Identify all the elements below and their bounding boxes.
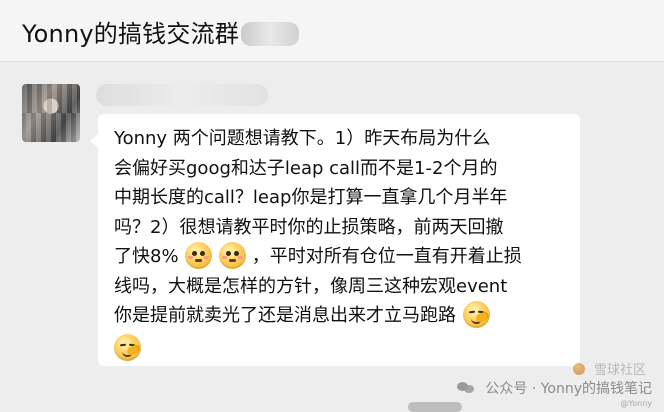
message-bubble: Yonny 两个问题想请教下。1）昨天布局为什么 会偏好买goog和达子leap… (90, 114, 580, 366)
emoji-mouth (470, 318, 482, 324)
emoji-right-eye (200, 251, 206, 256)
message-line-4: 吗？2）很想请教平时你的止损策略，前两天回撤 (114, 216, 504, 238)
chat-header: Yonny的搞钱交流群 (0, 0, 664, 62)
emoji-left-eye (119, 343, 127, 346)
member-count-blur (240, 22, 299, 46)
message-line-5-text-b: ，平时对所有仓位一直有开着止损 (251, 246, 522, 267)
doge-face-icon (114, 333, 141, 361)
doge-face-icon (462, 301, 490, 328)
emoji-right-eye (128, 343, 136, 346)
emoji-left-eye (192, 251, 198, 256)
flushed-face-icon (219, 242, 247, 269)
snowball-logo-icon (572, 363, 585, 375)
message-line-5-text-a: 了快8% (114, 246, 179, 267)
sender-avatar[interactable] (22, 84, 80, 142)
message-line-7: 你是提前就卖光了还是消息出来才立马跑路 (114, 301, 566, 331)
wechat-logo-icon (456, 381, 475, 395)
sender-name-blur (96, 84, 268, 106)
emoji-left-eye (468, 310, 475, 314)
emoji-right-eye (234, 251, 240, 256)
message-line-6: 线吗，大概是怎样的方针，像周三这种宏观event (114, 275, 508, 297)
public-account-mark: 公众号 · Yonny的搞钱笔记 (456, 378, 652, 398)
site-watermark-text: 雪球社区 (593, 363, 646, 378)
message-line-7-text: 你是提前就卖光了还是消息出来才立马跑路 (114, 305, 456, 326)
emoji-mouth (122, 351, 133, 357)
flushed-face-icon (185, 242, 213, 269)
chat-title-text: Yonny的搞钱交流群 (22, 20, 239, 48)
message-line-2: 会偏好买goog和达子leap call而不是1-2个月的 (114, 157, 498, 179)
emoji-mouth (195, 259, 203, 262)
chat-title: Yonny的搞钱交流群 (22, 14, 299, 49)
emoji-mouth (229, 259, 237, 262)
handle-watermark: @Yonny (620, 399, 652, 408)
message-line-3: 中期长度的call？leap你是打算一直拿几个月半年 (114, 187, 508, 208)
public-account-text: 公众号 · Yonny的搞钱笔记 (485, 381, 652, 397)
message-line-1: Yonny 两个问题想请教下。1）昨天布局为什么 (114, 128, 491, 149)
message-line-5: 了快8% ，平时对所有仓位一直有开着止损 (114, 242, 566, 272)
message-line-8 (114, 331, 566, 361)
emoji-left-eye (226, 251, 232, 256)
site-watermark: 雪球社区 (572, 359, 646, 378)
partial-hidden-element (408, 402, 462, 412)
chat-window: Yonny的搞钱交流群 Yonny 两个问题想请教下。1）昨天布局为什么 会偏好… (0, 0, 664, 412)
emoji-right-eye (477, 310, 484, 314)
